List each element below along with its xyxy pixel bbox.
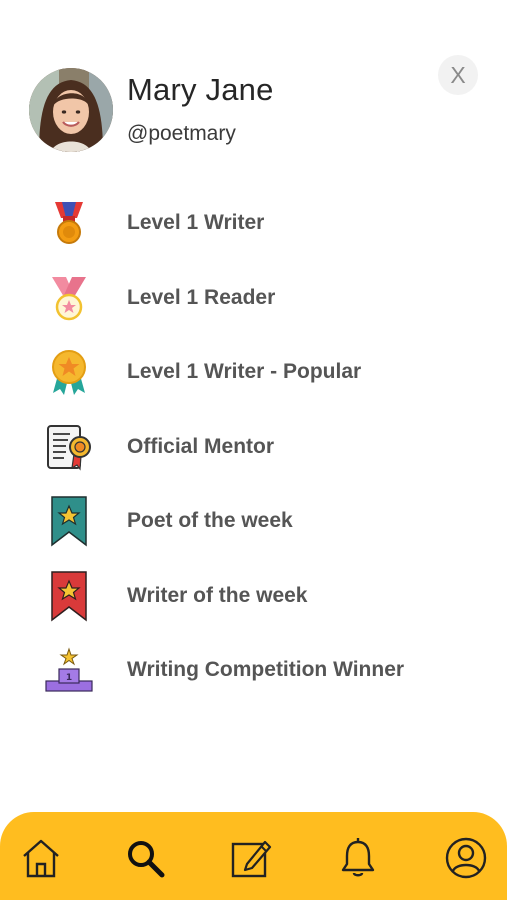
profile-handle: @poetmary — [127, 122, 236, 145]
red-star-bookmark-icon — [42, 569, 96, 623]
badge-label: Official Mentor — [127, 434, 275, 458]
pink-ribbon-medal-icon — [42, 271, 96, 325]
home-icon — [23, 839, 59, 878]
svg-text:1: 1 — [66, 673, 72, 683]
list-item[interactable]: Poet of the week — [0, 484, 507, 559]
list-item[interactable]: Level 1 Writer — [0, 186, 507, 261]
notifications-button[interactable] — [334, 834, 382, 882]
podium-icon: 1 — [42, 643, 96, 697]
badge-label: Writer of the week — [127, 583, 308, 607]
profile-button[interactable] — [442, 834, 490, 882]
list-item[interactable]: Level 1 Reader — [0, 261, 507, 336]
home-button[interactable] — [17, 834, 65, 882]
list-item[interactable]: 1 Writing Competition Winner — [0, 633, 507, 708]
search-button[interactable] — [121, 834, 169, 882]
bell-icon — [341, 838, 375, 877]
red-ribbon-medal-icon — [42, 196, 96, 250]
profile-name: Mary Jane — [127, 72, 274, 107]
gold-star-rosette-icon — [42, 345, 96, 399]
list-item[interactable]: Writer of the week — [0, 559, 507, 634]
list-item[interactable]: Official Mentor — [0, 410, 507, 485]
teal-star-bookmark-icon — [42, 494, 96, 548]
badge-label: Level 1 Reader — [127, 285, 276, 309]
badge-label: Writing Competition Winner — [127, 658, 405, 682]
close-icon: X — [450, 61, 466, 88]
list-item[interactable]: Level 1 Writer - Popular — [0, 335, 507, 410]
profile-icon — [445, 837, 487, 879]
bottom-nav — [0, 812, 507, 900]
badge-list: Level 1 Writer Level 1 Reader Level 1 Wr… — [0, 186, 507, 708]
badge-label: Level 1 Writer — [127, 211, 265, 235]
close-button[interactable]: X — [438, 55, 478, 95]
compose-button[interactable] — [227, 834, 275, 882]
badge-label: Level 1 Writer - Popular — [127, 360, 362, 384]
avatar[interactable] — [29, 68, 113, 152]
compose-icon — [231, 840, 272, 878]
certificate-icon — [42, 420, 96, 474]
search-icon — [128, 841, 165, 878]
badge-label: Poet of the week — [127, 509, 293, 533]
